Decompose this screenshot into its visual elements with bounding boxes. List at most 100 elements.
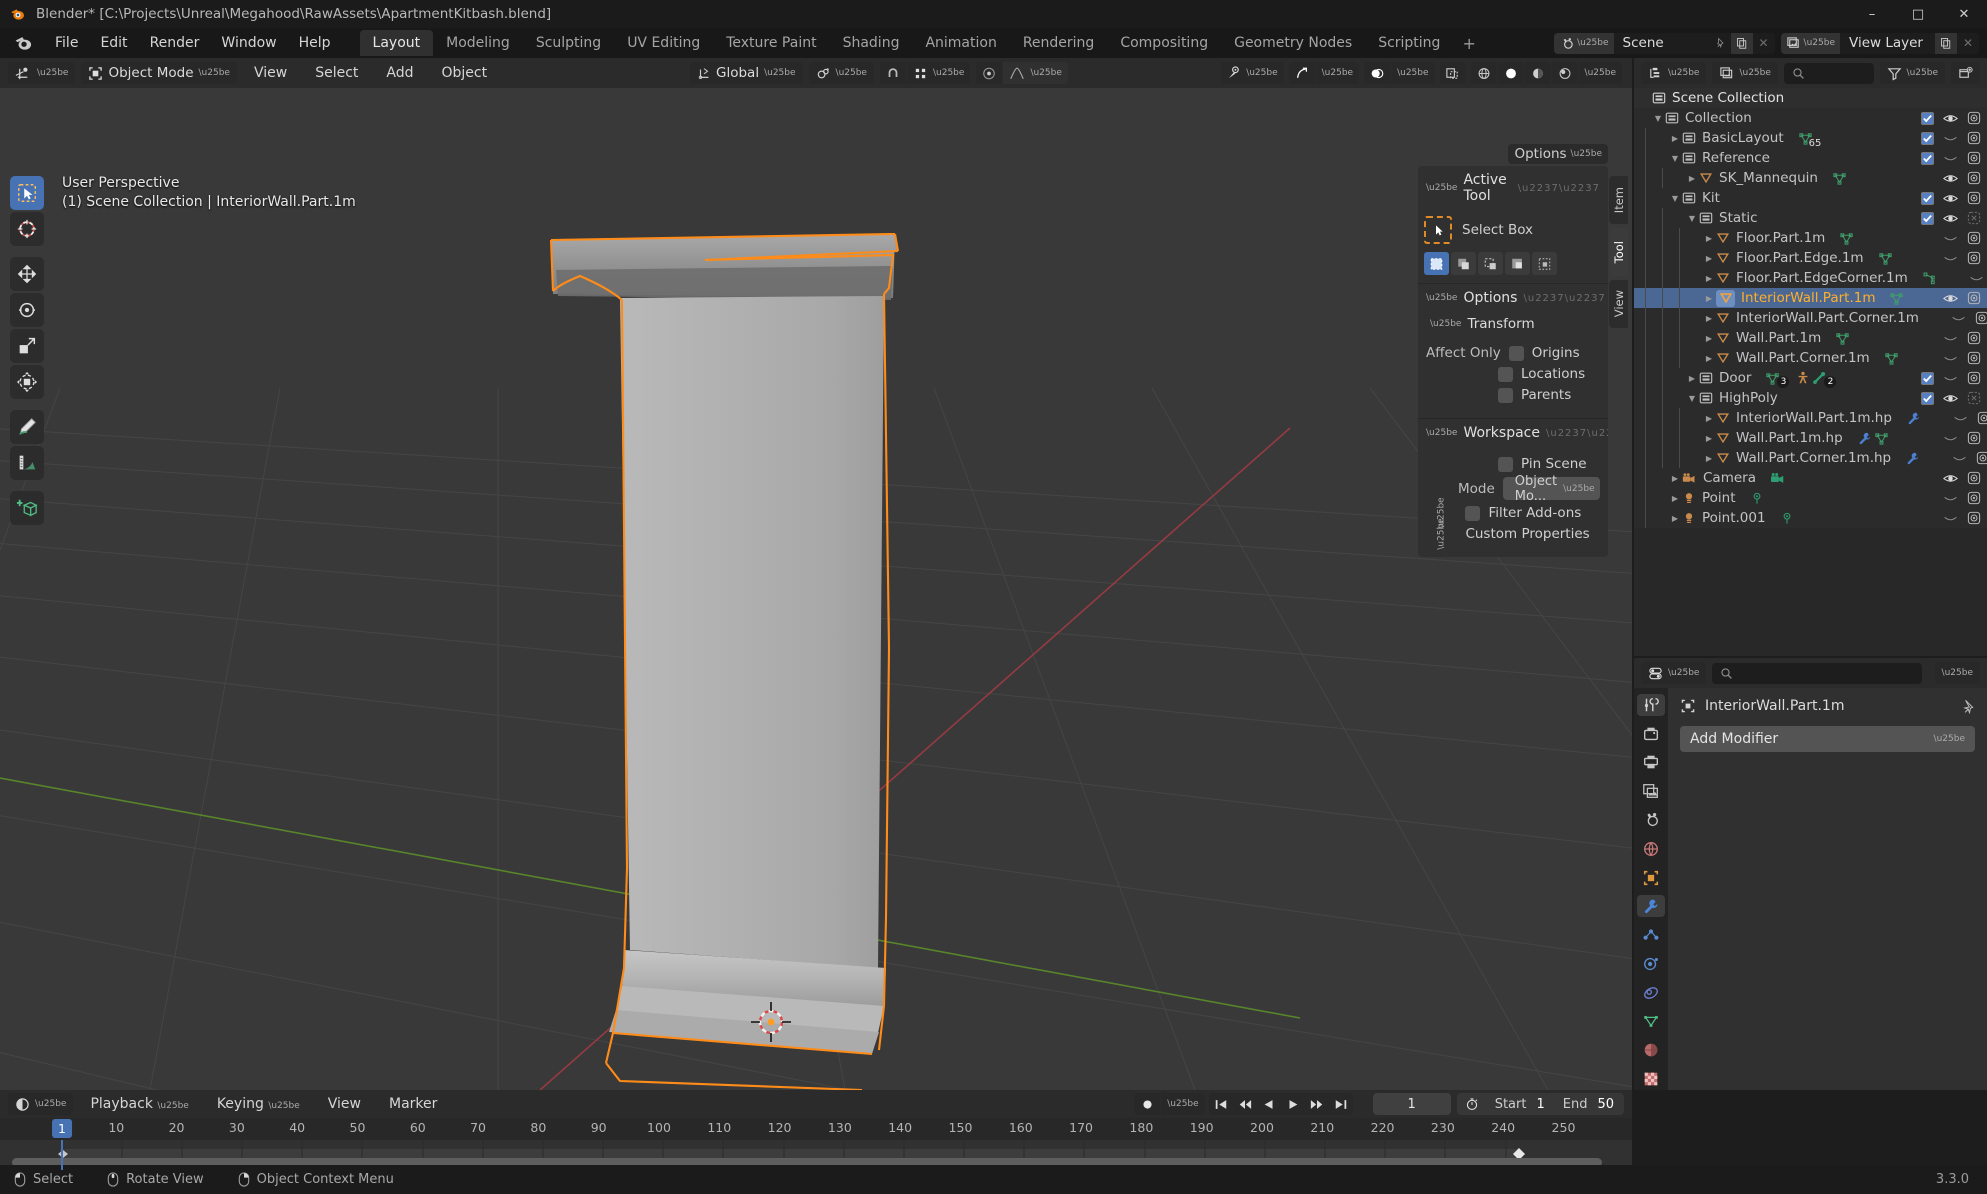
exclude-from-view-layer-checkbox[interactable] — [1921, 371, 1934, 385]
scene-name[interactable]: Scene — [1613, 32, 1709, 54]
end-frame-value[interactable]: 50 — [1595, 1097, 1624, 1112]
snapping-group[interactable]: \u25be — [879, 62, 971, 84]
visibility-group[interactable]: \u25be — [1221, 62, 1284, 84]
eye-open-icon[interactable] — [1943, 112, 1958, 125]
timeline-editor-type-button[interactable]: \u25be — [8, 1093, 74, 1115]
tab-rendering[interactable]: Rendering — [1010, 30, 1108, 56]
eye-closed-icon[interactable] — [1943, 232, 1958, 245]
tool-move[interactable] — [10, 257, 44, 291]
gizmo-group[interactable]: \u25be — [1288, 62, 1360, 84]
eye-closed-icon[interactable] — [1943, 132, 1958, 145]
tool-annotate[interactable] — [10, 410, 44, 444]
disable-in-renders-icon[interactable] — [1967, 331, 1981, 345]
chevron-right-icon[interactable]: ▶ — [1702, 314, 1716, 323]
editor-type-button[interactable]: \u25be — [8, 62, 76, 84]
disable-in-renders-icon[interactable] — [1975, 311, 1987, 325]
previous-keyframe-button[interactable] — [1233, 1093, 1257, 1115]
chevron-right-icon[interactable]: ▶ — [1685, 374, 1699, 383]
outliner[interactable]: \u25be \u25be \u25be Scene Collection ▼ … — [1634, 58, 1987, 656]
outliner-row-wall-part-corner-1m-hp[interactable]: ▶ Wall.Part.Corner.1m.hp — [1634, 448, 1987, 468]
maximize-button[interactable]: □ — [1895, 0, 1941, 28]
disable-in-renders-icon[interactable] — [1977, 411, 1987, 425]
outliner-row-collection[interactable]: ▼ Collection — [1634, 108, 1987, 128]
wireframe-shading-icon[interactable] — [1470, 62, 1497, 84]
select-mode-invert[interactable] — [1505, 252, 1530, 275]
exclude-from-view-layer-checkbox[interactable] — [1921, 131, 1934, 145]
outliner-row-kit[interactable]: ▼ Kit — [1634, 188, 1987, 208]
tab-geometry-nodes[interactable]: Geometry Nodes — [1221, 30, 1365, 56]
properties-options-dropdown[interactable]: \u25be — [1934, 662, 1980, 684]
menu-help[interactable]: Help — [288, 32, 342, 54]
object-type-visibility-icon[interactable]: \u25be — [1221, 62, 1284, 84]
shading-settings-dropdown[interactable]: \u25be — [1578, 62, 1622, 84]
outliner-row-wall-part-1m[interactable]: ▶ Wall.Part.1m — [1634, 328, 1987, 348]
eye-open-icon[interactable] — [1943, 292, 1958, 305]
view-layer-name[interactable]: View Layer — [1840, 32, 1935, 54]
outliner-row-wall-part-1m-hp[interactable]: ▶ Wall.Part.1m.hp — [1634, 428, 1987, 448]
outliner-row-interiorwall-part-corner-1m[interactable]: ▶ InteriorWall.Part.Corner.1m — [1634, 308, 1987, 328]
timeline-editor[interactable]: \u25be Playback \u25be Keying \u25be Vie… — [0, 1090, 1632, 1170]
outliner-row-highpoly[interactable]: ▼ HighPoly — [1634, 388, 1987, 408]
outliner-row-wall-part-corner-1m[interactable]: ▶ Wall.Part.Corner.1m — [1634, 348, 1987, 368]
properties-editor[interactable]: \u25be \u25be InteriorWall.Part.1m Add M… — [1634, 658, 1987, 1090]
ptab-view-layer[interactable] — [1637, 780, 1665, 802]
tool-select-box[interactable] — [10, 176, 44, 210]
select-box-tool-icon[interactable] — [1424, 216, 1452, 244]
overlays-group[interactable]: \u25be — [1364, 62, 1435, 84]
pivot-point-selector[interactable]: \u25be — [808, 62, 874, 84]
chevron-down-icon[interactable]: ▼ — [1668, 154, 1682, 163]
select-mode-set[interactable] — [1424, 252, 1449, 275]
timeline-menu-keying[interactable]: Keying \u25be — [206, 1093, 311, 1115]
disable-in-renders-icon[interactable] — [1967, 511, 1981, 525]
disable-in-renders-icon[interactable] — [1967, 191, 1981, 205]
eye-closed-icon[interactable] — [1969, 272, 1984, 285]
material-preview-shading-icon[interactable] — [1524, 62, 1551, 84]
overlay-settings-dropdown[interactable]: \u25be — [1391, 62, 1435, 84]
custom-properties-row[interactable]: \u25be Custom Properties — [1426, 518, 1600, 549]
next-keyframe-button[interactable] — [1305, 1093, 1329, 1115]
outliner-row-static[interactable]: ▼ Static — [1634, 208, 1987, 228]
parents-checkbox[interactable] — [1498, 387, 1513, 403]
stopwatch-icon[interactable] — [1457, 1097, 1487, 1111]
tab-texture-paint[interactable]: Texture Paint — [713, 30, 829, 56]
eye-closed-icon[interactable] — [1943, 492, 1958, 505]
ptab-output[interactable] — [1637, 752, 1665, 774]
locations-checkbox[interactable] — [1498, 366, 1513, 382]
eye-open-icon[interactable] — [1943, 192, 1958, 205]
disable-in-renders-icon[interactable] — [1967, 351, 1981, 365]
scene-selector[interactable]: \u25be Scene ✕ — [1554, 32, 1775, 54]
npanel-tab-item[interactable]: Item — [1609, 176, 1628, 224]
minimize-button[interactable]: – — [1849, 0, 1895, 28]
ptab-world[interactable] — [1637, 838, 1665, 860]
outliner-row-reference[interactable]: ▼ Reference — [1634, 148, 1987, 168]
chevron-right-icon[interactable]: ▶ — [1702, 254, 1716, 263]
chevron-right-icon[interactable]: ▶ — [1668, 474, 1682, 483]
scene-unlink-button[interactable]: ✕ — [1752, 32, 1775, 54]
eye-open-icon[interactable] — [1943, 212, 1958, 225]
outliner-row-interiorwall-part-1m-hp[interactable]: ▶ InteriorWall.Part.1m.hp — [1634, 408, 1987, 428]
eye-open-icon[interactable] — [1943, 172, 1958, 185]
jump-to-end-button[interactable] — [1329, 1093, 1353, 1115]
ptab-modifiers[interactable] — [1637, 895, 1665, 918]
pin-icon[interactable] — [1960, 699, 1975, 714]
outliner-new-collection-button[interactable] — [1951, 62, 1980, 84]
exclude-from-view-layer-checkbox[interactable] — [1921, 151, 1934, 165]
ptab-texture[interactable] — [1637, 1068, 1665, 1090]
outliner-row-scene-collection[interactable]: Scene Collection — [1634, 88, 1987, 108]
transform-subheader[interactable]: \u25be Transform — [1418, 312, 1608, 336]
outliner-row-floor-part-edgecorner-1m[interactable]: ▶ Floor.Part.EdgeCorner.1m — [1634, 268, 1987, 288]
eye-closed-icon[interactable] — [1951, 312, 1966, 325]
chevron-right-icon[interactable]: ▶ — [1668, 494, 1682, 503]
current-frame-field[interactable]: 1 — [1372, 1093, 1451, 1115]
chevron-right-icon[interactable]: ▶ — [1702, 234, 1716, 243]
proportional-editing-group[interactable]: \u25be — [976, 62, 1068, 84]
shading-modes-group[interactable]: \u25be — [1470, 62, 1622, 84]
eye-closed-icon[interactable] — [1953, 412, 1968, 425]
timeline-menu-playback[interactable]: Playback \u25be — [79, 1093, 199, 1115]
scene-pin-icon[interactable] — [1708, 32, 1731, 54]
drag-grip-icon[interactable]: \u2237\u2237 — [1518, 183, 1600, 194]
pin-scene-checkbox[interactable] — [1498, 456, 1513, 472]
eye-closed-icon[interactable] — [1943, 372, 1958, 385]
tab-animation[interactable]: Animation — [912, 30, 1009, 56]
tab-shading[interactable]: Shading — [830, 30, 913, 56]
